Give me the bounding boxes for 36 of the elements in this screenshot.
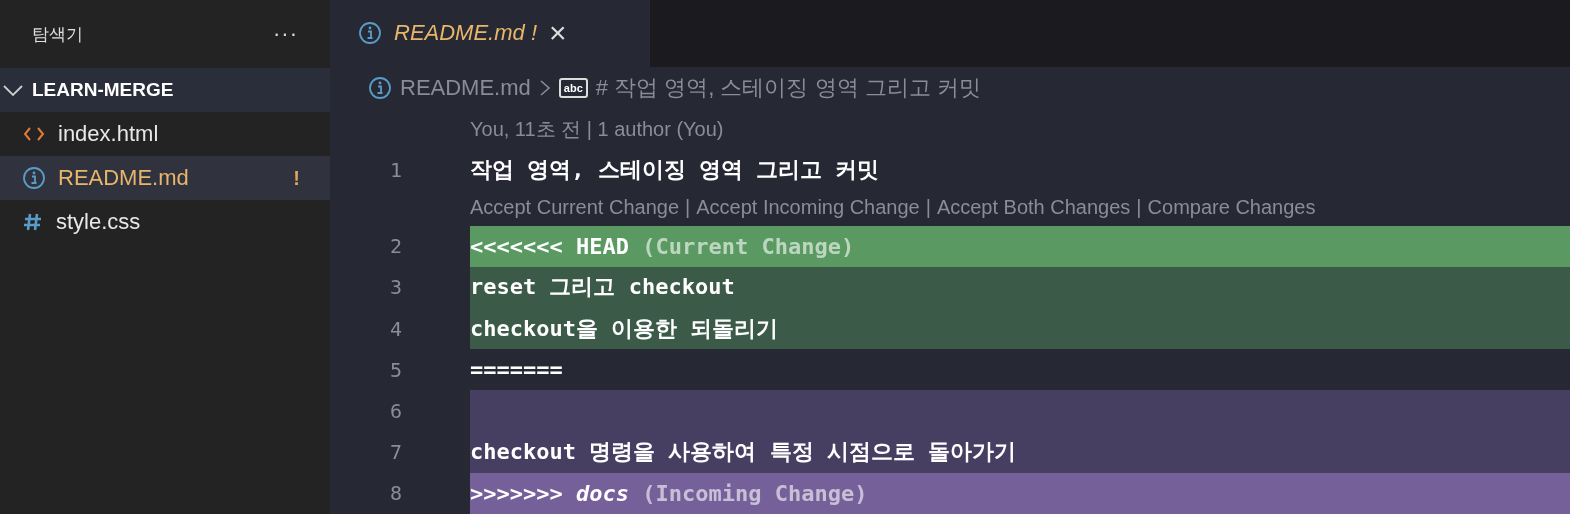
hash-icon — [22, 211, 44, 233]
line-number: 4 — [389, 316, 404, 341]
code-line: 작업 영역, 스테이징 영역 그리고 커밋 — [470, 155, 881, 184]
codelens-action-link[interactable]: Compare Changes — [1147, 196, 1316, 220]
close-icon[interactable]: × — [549, 18, 567, 49]
file-item[interactable]: index.html — [0, 112, 330, 156]
breadcrumb-symbol[interactable]: # 작업 영역, 스테이징 영역 그리고 커밋 — [595, 73, 981, 104]
info-icon — [22, 166, 46, 190]
line-number: 3 — [389, 275, 404, 300]
code-line: ======= — [470, 356, 564, 385]
info-icon — [358, 21, 382, 46]
chevron-down-icon[interactable] — [2, 83, 24, 97]
file-item[interactable]: style.css — [0, 200, 330, 244]
code-brackets-icon — [22, 125, 46, 143]
line-number: 6 — [389, 399, 404, 423]
line-number: 7 — [389, 440, 404, 465]
line-number: 8 — [389, 481, 404, 506]
codelens-action-link[interactable]: Accept Incoming Change — [696, 196, 920, 220]
line-number: 2 — [389, 234, 404, 259]
separator: | — [1136, 196, 1142, 220]
separator: | — [685, 196, 691, 220]
line-number: 1 — [389, 157, 404, 182]
separator: | — [925, 196, 931, 220]
codelens-action-link[interactable]: Accept Both Changes — [936, 196, 1131, 220]
string-symbol-icon: abc — [558, 78, 588, 99]
explorer-title: 탐색기 — [32, 23, 83, 46]
chevron-right-icon — [538, 78, 551, 99]
info-icon — [368, 76, 392, 101]
more-actions-button[interactable]: ··· — [273, 21, 298, 47]
folder-row[interactable]: LEARN-MERGE — [0, 68, 330, 112]
blame-annotation[interactable]: You, 11초 전 | 1 author (You) — [470, 115, 724, 143]
breadcrumb-file[interactable]: README.md — [400, 75, 531, 102]
editor-tab[interactable]: README.md ! × — [330, 0, 650, 67]
codelens-action-link[interactable]: Accept Current Change — [470, 196, 679, 220]
file-item[interactable]: README.md ! — [0, 156, 330, 200]
line-number: 5 — [389, 357, 404, 382]
